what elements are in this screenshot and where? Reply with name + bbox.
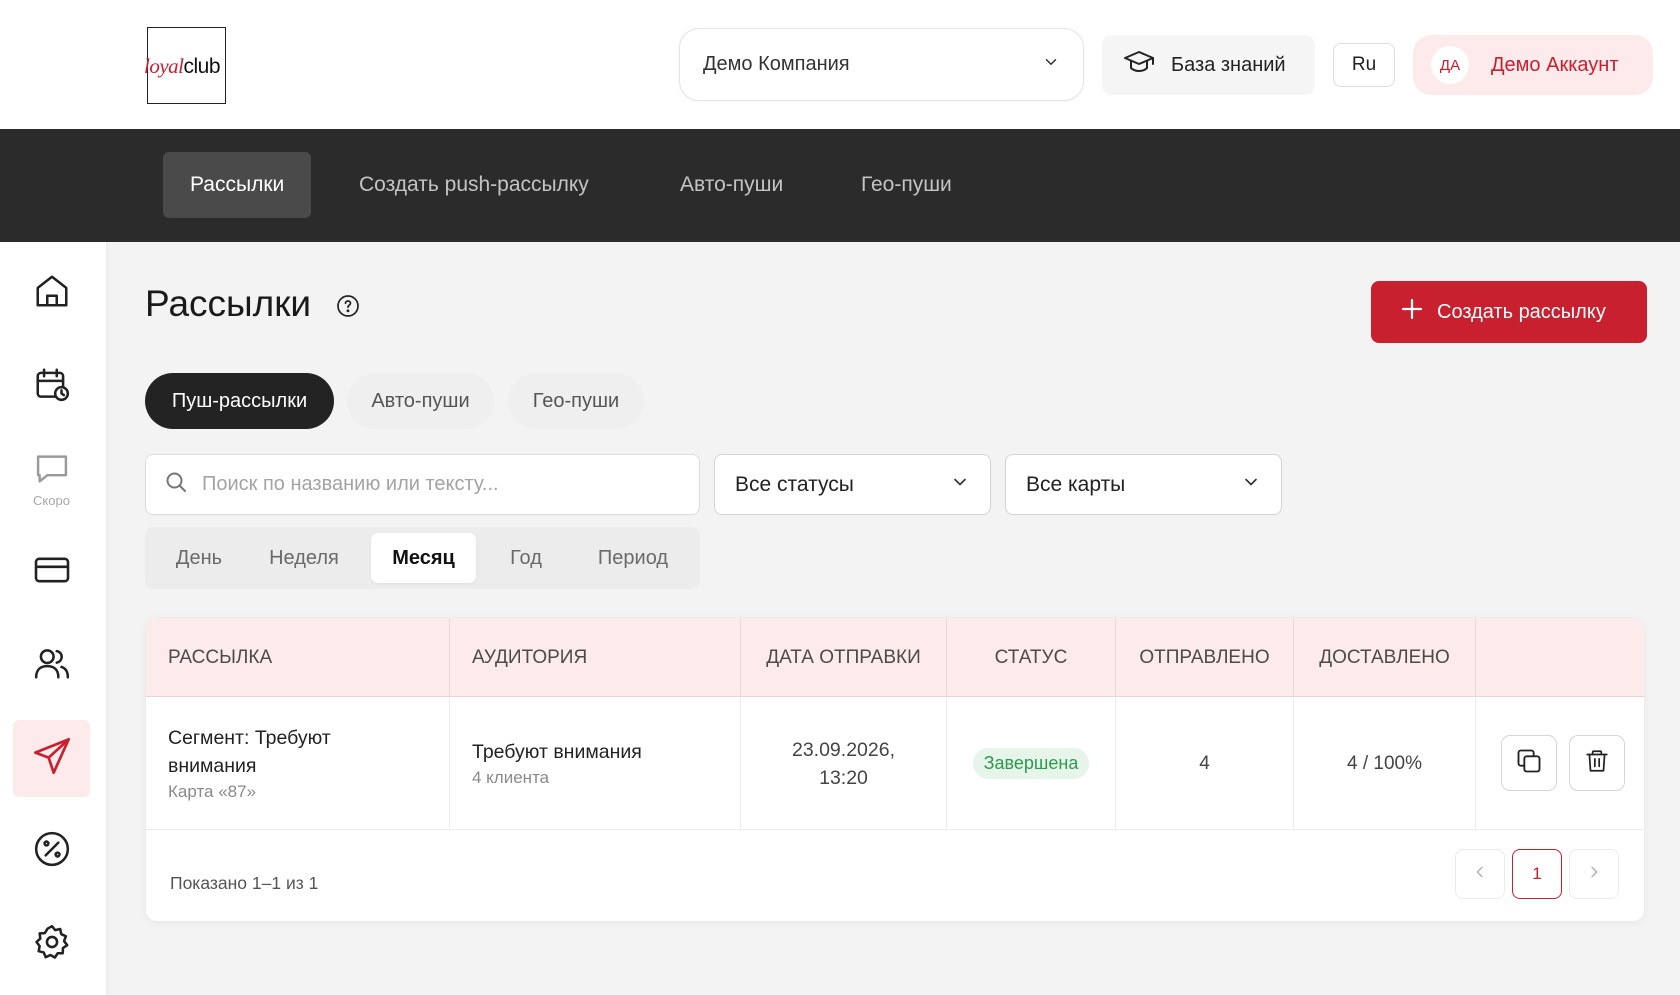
cell-date: 23.09.2026, 13:20 (741, 697, 947, 830)
type-tab-push[interactable]: Пуш-рассылки (145, 373, 334, 429)
chevron-left-icon (1472, 864, 1488, 885)
sidebar-item-mailings[interactable] (13, 720, 90, 797)
sidebar-soon-label: Скоро (33, 492, 70, 508)
plus-icon (1401, 298, 1423, 326)
cards-filter-value: Все карты (1026, 472, 1126, 496)
column-header-mailing: РАССЫЛКА (146, 618, 450, 697)
audience-name: Требуют внимания (472, 740, 642, 763)
company-select[interactable]: Демо Компания (679, 28, 1084, 101)
column-header-date: ДАТА ОТПРАВКИ (741, 618, 947, 697)
card-icon (32, 554, 72, 591)
nav-tab-auto-push[interactable]: Авто-пуши (653, 152, 810, 218)
avatar: ДА (1431, 46, 1469, 84)
period-day[interactable]: День (157, 533, 241, 583)
status-filter-value: Все статусы (735, 472, 854, 496)
copy-button[interactable] (1501, 735, 1557, 791)
gear-icon (33, 923, 71, 966)
cards-filter-select[interactable]: Все карты (1005, 454, 1282, 515)
cell-sent: 4 (1116, 697, 1294, 830)
account-name: Демо Аккаунт (1491, 53, 1619, 76)
mailing-name-line2: внимания (168, 754, 257, 777)
delete-button[interactable] (1569, 735, 1625, 791)
nav-tab-geo-push[interactable]: Гео-пуши (834, 152, 979, 218)
status-badge: Завершена (972, 748, 1090, 779)
type-tab-geo[interactable]: Гео-пуши (508, 373, 644, 429)
knowledge-base-label: База знаний (1171, 53, 1286, 76)
logo[interactable]: loyalclub (144, 27, 226, 104)
sidebar-item-settings[interactable] (13, 906, 90, 983)
sidebar: Скоро (0, 242, 106, 995)
mailing-card: Карта «87» (168, 781, 257, 801)
send-date: 23.09.2026, (791, 738, 895, 761)
search-box[interactable] (145, 454, 700, 515)
column-header-sent: ОТПРАВЛЕНО (1116, 618, 1294, 697)
chevron-down-icon (950, 472, 970, 498)
pagination-prev-button[interactable] (1455, 849, 1505, 899)
discount-icon (33, 830, 71, 873)
send-time: 13:20 (819, 766, 868, 789)
calendar-clock-icon (33, 365, 71, 408)
graduation-cap-icon (1123, 49, 1155, 81)
account-button[interactable]: ДА Демо Аккаунт (1413, 35, 1653, 95)
mailing-name-line1: Сегмент: Требуют (168, 726, 331, 749)
create-mailing-button[interactable]: Создать рассылку (1371, 281, 1647, 343)
search-input[interactable] (202, 473, 682, 496)
copy-icon (1515, 747, 1543, 780)
period-custom[interactable]: Период (577, 533, 689, 583)
cell-audience: Требуют внимания 4 клиента (450, 697, 741, 830)
pagination-info: Показано 1–1 из 1 (170, 873, 319, 893)
column-header-status: СТАТУС (947, 618, 1116, 697)
column-header-audience: АУДИТОРИЯ (450, 618, 741, 697)
chevron-down-icon (1241, 472, 1261, 498)
period-week[interactable]: Неделя (251, 533, 357, 583)
help-icon[interactable] (336, 294, 360, 323)
language-button[interactable]: Ru (1333, 43, 1395, 87)
period-selector: День Неделя Месяц Год Период (145, 527, 700, 589)
pagination-page[interactable]: 1 (1512, 849, 1562, 899)
sidebar-item-chat[interactable]: Скоро (13, 441, 90, 518)
knowledge-base-button[interactable]: База знаний (1102, 35, 1315, 95)
sidebar-item-discounts[interactable] (13, 813, 90, 890)
cell-status: Завершена (947, 697, 1116, 830)
nav-tab-mailings[interactable]: Рассылки (163, 152, 312, 218)
table-row[interactable]: Сегмент: Требуют внимания Карта «87» Тре… (146, 697, 1644, 830)
send-icon (32, 736, 72, 781)
create-mailing-label: Создать рассылку (1437, 300, 1606, 323)
search-icon (164, 470, 188, 499)
period-year[interactable]: Год (485, 533, 567, 583)
pagination-next-button[interactable] (1569, 849, 1619, 899)
logo-text-loyal: loyal (144, 54, 184, 78)
sent-count: 4 (1199, 752, 1210, 774)
top-header: loyalclub Демо Компания База знаний Ru Д… (0, 0, 1680, 129)
mailings-table: РАССЫЛКА АУДИТОРИЯ ДАТА ОТПРАВКИ СТАТУС … (145, 617, 1645, 922)
chevron-right-icon (1586, 864, 1602, 885)
home-icon (33, 272, 71, 315)
sidebar-item-clients[interactable] (13, 627, 90, 704)
chevron-down-icon (1042, 53, 1060, 76)
nav-tab-create-push[interactable]: Создать push-рассылку (332, 152, 616, 218)
table-header: РАССЫЛКА АУДИТОРИЯ ДАТА ОТПРАВКИ СТАТУС … (146, 618, 1644, 697)
status-filter-select[interactable]: Все статусы (714, 454, 991, 515)
company-select-value: Демо Компания (703, 53, 850, 75)
sidebar-item-cards[interactable] (13, 534, 90, 611)
logo-text-club: club (183, 55, 221, 78)
cell-mailing: Сегмент: Требуют внимания Карта «87» (146, 697, 450, 830)
period-month[interactable]: Месяц (371, 533, 476, 583)
cell-delivered: 4 / 100% (1294, 697, 1476, 830)
users-icon (32, 644, 72, 687)
audience-count: 4 клиента (472, 767, 550, 787)
trash-icon (1584, 747, 1610, 780)
type-tab-auto[interactable]: Авто-пуши (347, 373, 494, 429)
sidebar-item-calendar[interactable] (13, 348, 90, 425)
section-navbar: Рассылки Создать push-рассылку Авто-пуши… (0, 129, 1680, 242)
sidebar-item-home[interactable] (13, 255, 90, 332)
delivered-count: 4 / 100% (1347, 752, 1422, 774)
chat-icon (33, 452, 71, 491)
page-title: Рассылки (145, 283, 312, 324)
column-header-delivered: ДОСТАВЛЕНО (1294, 618, 1476, 697)
